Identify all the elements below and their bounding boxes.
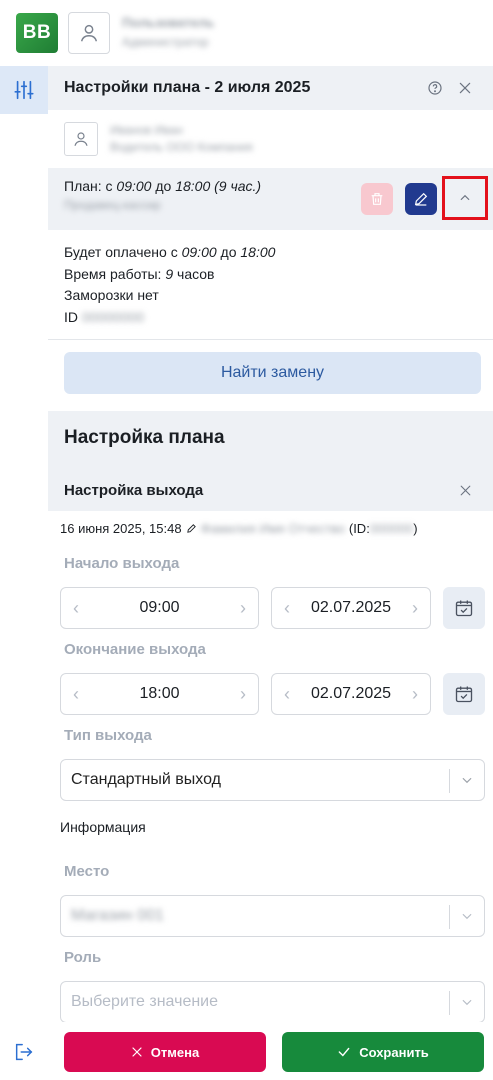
- meta-date: 16 июня 2025, 15:48: [60, 521, 182, 536]
- chevron-down-icon: [462, 777, 472, 784]
- plan-details: Будет оплачено с 09:00 до 18:00 Время ра…: [48, 230, 493, 340]
- chevron-left-icon[interactable]: ‹: [280, 598, 294, 619]
- meta-author: Фамилия Имя Отчество: [200, 521, 345, 536]
- save-button[interactable]: Сохранить: [282, 1032, 484, 1072]
- help-icon: [428, 81, 442, 95]
- chevron-down-icon: [462, 999, 472, 1006]
- close-panel-button[interactable]: [453, 76, 477, 100]
- person-sub: Водитель ООО Компания: [110, 140, 253, 154]
- user-name: Пользователь: [122, 15, 215, 30]
- calendar-icon: [455, 686, 473, 703]
- person-name: Иванов Иван: [110, 123, 183, 137]
- end-date-stepper[interactable]: ‹ 02.07.2025 ›: [271, 673, 431, 715]
- collapse-plan-button[interactable]: [442, 176, 488, 220]
- top-bar: BB Пользователь Администратор: [0, 0, 493, 66]
- user-avatar[interactable]: [68, 12, 110, 54]
- chevron-left-icon[interactable]: ‹: [69, 598, 83, 619]
- plan-setup-section: Настройка плана Настройка выхода 16 июня…: [48, 411, 493, 1080]
- exit-type-select[interactable]: Стандартный выход: [60, 759, 485, 801]
- place-label: Место: [64, 863, 110, 880]
- close-icon: [132, 1047, 142, 1057]
- start-calendar-button[interactable]: [443, 587, 485, 629]
- chevron-down-icon: [462, 913, 472, 920]
- end-calendar-button[interactable]: [443, 673, 485, 715]
- check-icon: [338, 1047, 350, 1057]
- chevron-left-icon[interactable]: ‹: [69, 684, 83, 705]
- help-button[interactable]: [423, 76, 447, 100]
- plan-settings-panel: Настройки плана - 2 июля 2025 Иванов Ива…: [48, 66, 493, 1080]
- find-replacement-button[interactable]: Найти замену: [64, 352, 481, 394]
- paid-range: Будет оплачено с 09:00 до 18:00: [64, 244, 276, 260]
- place-select[interactable]: Магазин 001: [60, 895, 485, 937]
- plan-id: ID 00000000: [64, 308, 145, 325]
- chevron-right-icon[interactable]: ›: [408, 684, 422, 705]
- end-label: Окончание выхода: [64, 641, 206, 658]
- delete-plan-button[interactable]: [361, 183, 393, 215]
- chevron-left-icon[interactable]: ‹: [280, 684, 294, 705]
- panel-title: Настройки плана - 2 июля 2025: [64, 79, 311, 96]
- settings-nav-button[interactable]: [0, 66, 48, 114]
- person-row: Иванов Иван Водитель ООО Компания: [48, 110, 493, 168]
- action-footer: Отмена Сохранить: [48, 1022, 493, 1080]
- chevron-up-icon: [460, 194, 470, 201]
- freeze-status: Заморозки нет: [64, 287, 159, 303]
- setup-title: Настройка плана: [64, 427, 225, 448]
- exit-meta: 16 июня 2025, 15:48 Фамилия Имя Отчество…: [60, 521, 418, 536]
- plan-row: План: с 09:00 до 18:00 (9 час.) Продавец…: [48, 168, 493, 230]
- close-icon: [460, 485, 470, 495]
- app-logo[interactable]: BB: [16, 13, 58, 53]
- start-label: Начало выхода: [64, 555, 180, 572]
- logout-button[interactable]: [12, 1040, 36, 1064]
- cancel-button[interactable]: Отмена: [64, 1032, 266, 1072]
- logout-icon: [15, 1043, 33, 1061]
- user-icon: [74, 132, 88, 146]
- panel-header: Настройки плана - 2 июля 2025: [48, 66, 493, 110]
- chevron-right-icon[interactable]: ›: [236, 684, 250, 705]
- calendar-icon: [455, 600, 473, 617]
- info-label: Информация: [60, 819, 146, 835]
- role-select[interactable]: Выберите значение: [60, 981, 485, 1023]
- role-label: Роль: [64, 949, 102, 966]
- person-avatar: [64, 122, 98, 156]
- exit-settings-title: Настройка выхода: [64, 481, 204, 499]
- user-icon: [80, 24, 98, 42]
- exit-settings-card: Настройка выхода 16 июня 2025, 15:48 Фам…: [48, 469, 493, 1080]
- sliders-icon: [14, 80, 34, 100]
- close-exit-settings-button[interactable]: [453, 478, 477, 502]
- exit-settings-header: Настройка выхода: [48, 469, 493, 511]
- edit-plan-button[interactable]: [405, 183, 437, 215]
- left-rail: [0, 66, 48, 1080]
- chevron-right-icon[interactable]: ›: [408, 598, 422, 619]
- user-role: Администратор: [122, 35, 209, 49]
- start-time-stepper[interactable]: ‹ 09:00 ›: [60, 587, 259, 629]
- close-icon: [459, 82, 471, 94]
- trash-icon: [371, 193, 383, 205]
- type-label: Тип выхода: [64, 727, 152, 744]
- end-time-stepper[interactable]: ‹ 18:00 ›: [60, 673, 259, 715]
- start-date-stepper[interactable]: ‹ 02.07.2025 ›: [271, 587, 431, 629]
- pencil-icon: [414, 192, 428, 206]
- work-hours: Время работы: 9 часов: [64, 265, 215, 282]
- pencil-icon: [186, 524, 196, 533]
- chevron-right-icon[interactable]: ›: [236, 598, 250, 619]
